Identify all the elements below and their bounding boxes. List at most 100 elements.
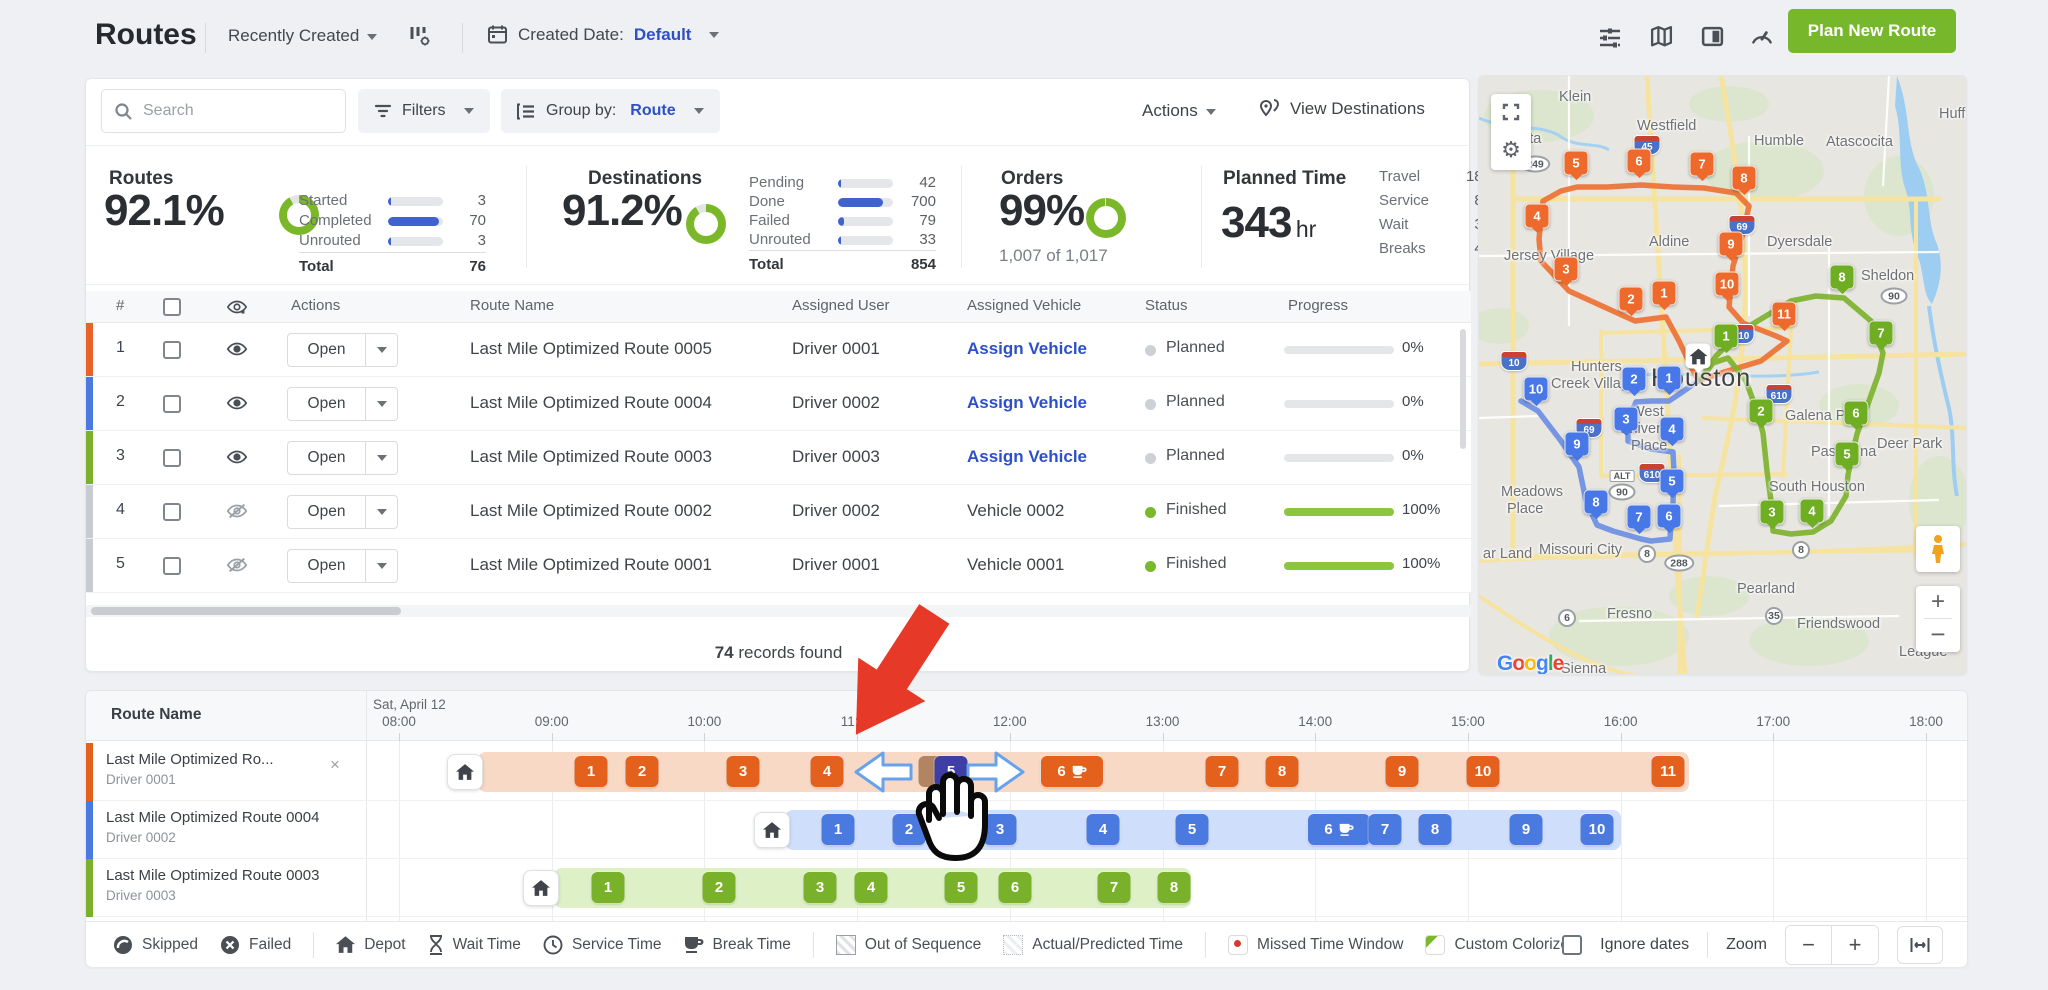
map-marker-orange-6[interactable]: 6	[1627, 149, 1652, 174]
dashboard-gauge-icon[interactable]	[1749, 24, 1775, 50]
legend-item-skipped[interactable]: Skipped	[113, 935, 198, 955]
close-icon[interactable]: ×	[330, 755, 340, 775]
legend-item-hatch2[interactable]: Actual/Predicted Time	[1003, 935, 1183, 955]
map-marker-blue-9[interactable]: 9	[1565, 432, 1590, 457]
timeline-stop-9[interactable]: 9	[1510, 814, 1543, 845]
timeline-settings-icon[interactable]	[1597, 24, 1623, 50]
legend-item-break[interactable]: Break Time	[684, 936, 791, 954]
timeline-zoom-out-button[interactable]: −	[1786, 926, 1832, 964]
timeline-stop-1[interactable]: 1	[822, 814, 855, 845]
vertical-scrollbar[interactable]	[1460, 329, 1466, 449]
map-marker-blue-10[interactable]: 10	[1524, 377, 1549, 402]
ignore-dates-checkbox[interactable]	[1562, 935, 1582, 955]
timeline-stop-8[interactable]: 8	[1266, 756, 1299, 787]
row-checkbox[interactable]	[163, 449, 181, 467]
map-marker-orange-8[interactable]: 8	[1732, 166, 1757, 191]
map-marker-green-1[interactable]: 1	[1714, 324, 1739, 349]
scrollbar-thumb[interactable]	[91, 607, 401, 615]
timeline-stop-1[interactable]: 1	[575, 756, 608, 787]
timeline-stop-2[interactable]: 2	[893, 814, 926, 845]
timeline-stop-6[interactable]: 6	[1041, 756, 1103, 787]
map-marker-green-3[interactable]: 3	[1760, 500, 1785, 525]
timeline-stop-3[interactable]: 3	[984, 814, 1017, 845]
eye-hide-all-icon[interactable]	[226, 297, 248, 317]
legend-item-depot[interactable]: Depot	[336, 936, 405, 954]
row-checkbox[interactable]	[163, 557, 181, 575]
timeline-zoom-in-button[interactable]: +	[1832, 926, 1878, 964]
timeline-stop-7[interactable]: 7	[1206, 756, 1239, 787]
search-input[interactable]	[143, 102, 313, 120]
map-marker-green-4[interactable]: 4	[1800, 499, 1825, 524]
timeline-stop-5[interactable]: 5	[945, 872, 978, 903]
open-button-chevron[interactable]	[365, 550, 397, 582]
timeline-stop-11[interactable]: 11	[1652, 756, 1685, 787]
eye-hidden-icon[interactable]	[226, 502, 248, 520]
open-button-chevron[interactable]	[365, 388, 397, 420]
eye-hidden-icon[interactable]	[226, 556, 248, 574]
legend-item-wait[interactable]: Wait Time	[428, 935, 521, 955]
map-marker-blue-5[interactable]: 5	[1660, 469, 1685, 494]
select-all-checkbox[interactable]	[163, 298, 181, 316]
map-panel[interactable]: 2494569901061061069610ALT9082888635Klein…	[1478, 75, 1967, 675]
map-marker-orange-7[interactable]: 7	[1690, 152, 1715, 177]
horizontal-scrollbar[interactable]	[86, 605, 1471, 617]
open-route-button[interactable]: Open	[287, 333, 398, 367]
map-marker-orange-11[interactable]: 11	[1772, 302, 1797, 327]
timeline-stop-4[interactable]: 4	[811, 756, 844, 787]
row-checkbox[interactable]	[163, 395, 181, 413]
map-settings-gear-icon[interactable]: ⚙	[1501, 139, 1521, 161]
map-depot-marker[interactable]	[1686, 344, 1711, 369]
timeline-stop-8[interactable]: 8	[1419, 814, 1452, 845]
timeline-stop-10[interactable]: 10	[1467, 756, 1500, 787]
open-route-button[interactable]: Open	[287, 441, 398, 475]
map-marker-blue-3[interactable]: 3	[1614, 407, 1639, 432]
map-marker-orange-1[interactable]: 1	[1652, 281, 1677, 306]
open-button-chevron[interactable]	[365, 496, 397, 528]
map-marker-blue-1[interactable]: 1	[1657, 366, 1682, 391]
view-destinations-button[interactable]: View Destinations	[1258, 98, 1425, 120]
eye-visible-icon[interactable]	[226, 340, 248, 358]
map-marker-orange-9[interactable]: 9	[1719, 232, 1744, 257]
map-marker-orange-3[interactable]: 3	[1554, 257, 1579, 282]
map-marker-orange-2[interactable]: 2	[1619, 287, 1644, 312]
map-marker-blue-2[interactable]: 2	[1622, 367, 1647, 392]
timeline-stop-7[interactable]: 7	[1098, 872, 1131, 903]
map-marker-orange-4[interactable]: 4	[1525, 204, 1550, 229]
map-marker-green-6[interactable]: 6	[1844, 401, 1869, 426]
open-route-button[interactable]: Open	[287, 495, 398, 529]
timeline-stop-7[interactable]: 7	[1369, 814, 1402, 845]
timeline-stop-5[interactable]: 5	[935, 756, 968, 787]
timeline-stop-4[interactable]: 4	[855, 872, 888, 903]
open-button-chevron[interactable]	[365, 334, 397, 366]
eye-visible-icon[interactable]	[226, 448, 248, 466]
row-checkbox[interactable]	[163, 341, 181, 359]
plan-new-route-button[interactable]: Plan New Route	[1788, 9, 1956, 53]
timeline-stop-3[interactable]: 3	[804, 872, 837, 903]
eye-visible-icon[interactable]	[226, 394, 248, 412]
filters-button[interactable]: Filters	[358, 89, 490, 133]
map-marker-green-2[interactable]: 2	[1749, 399, 1774, 424]
row-checkbox[interactable]	[163, 503, 181, 521]
timeline-stop-6[interactable]: 6	[999, 872, 1032, 903]
timeline-stop-9[interactable]: 9	[1386, 756, 1419, 787]
legend-item-missed[interactable]: Missed Time Window	[1228, 935, 1403, 955]
timeline-stop-4[interactable]: 4	[1087, 814, 1120, 845]
map-marker-blue-7[interactable]: 7	[1627, 505, 1652, 530]
sort-dropdown[interactable]: Recently Created	[228, 26, 377, 46]
group-by-button[interactable]: Group by:Route	[501, 89, 720, 133]
map-marker-green-7[interactable]: 7	[1869, 321, 1894, 346]
map-marker-orange-5[interactable]: 5	[1564, 151, 1589, 176]
open-button-chevron[interactable]	[365, 442, 397, 474]
timeline-stop-2[interactable]: 2	[703, 872, 736, 903]
map-zoom-out-button[interactable]: −	[1930, 619, 1945, 650]
legend-item-hatch1[interactable]: Out of Sequence	[836, 935, 981, 955]
legend-item-failed[interactable]: Failed	[220, 935, 291, 955]
map-marker-green-8[interactable]: 8	[1830, 265, 1855, 290]
timeline-fit-width-button[interactable]	[1897, 926, 1943, 964]
map-marker-blue-4[interactable]: 4	[1660, 417, 1685, 442]
assign-vehicle-link[interactable]: Assign Vehicle	[967, 393, 1087, 413]
map-marker-green-5[interactable]: 5	[1835, 442, 1860, 467]
open-route-button[interactable]: Open	[287, 549, 398, 583]
timeline-stop-6[interactable]: 6	[1308, 814, 1370, 845]
legend-item-colorize[interactable]: Custom Colorize	[1425, 935, 1569, 955]
